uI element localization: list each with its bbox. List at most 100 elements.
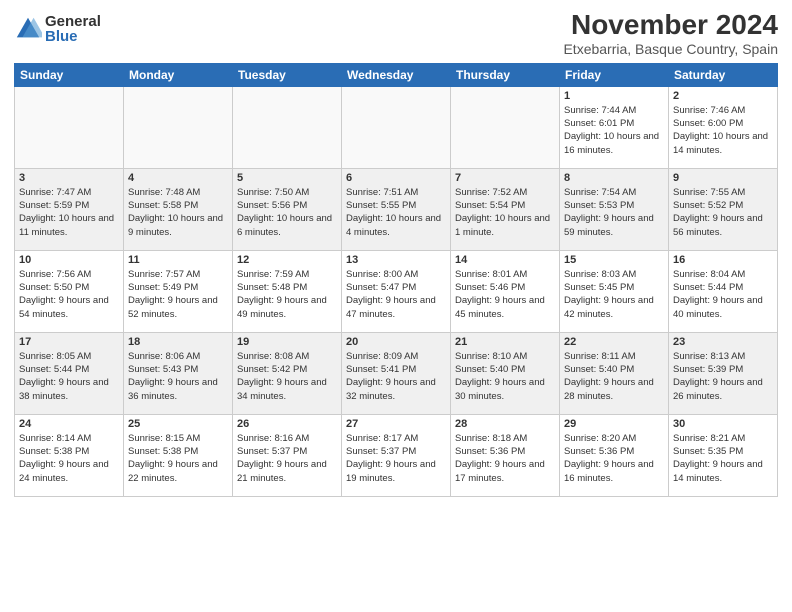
calendar-day: 8 Sunrise: 7:54 AMSunset: 5:53 PMDaylight… [560,168,669,250]
day-number: 14 [455,254,555,266]
day-info: Sunrise: 8:05 AMSunset: 5:44 PMDaylight:… [19,350,119,403]
day-number: 5 [237,172,337,184]
day-number: 9 [673,172,773,184]
day-number: 18 [128,336,228,348]
month-title: November 2024 [563,10,778,41]
calendar-day: 22 Sunrise: 8:11 AMSunset: 5:40 PMDayligh… [560,332,669,414]
day-number: 12 [237,254,337,266]
day-info: Sunrise: 7:57 AMSunset: 5:49 PMDaylight:… [128,268,228,321]
calendar-day [342,86,451,168]
day-number: 30 [673,418,773,430]
calendar-day [15,86,124,168]
day-info: Sunrise: 8:14 AMSunset: 5:38 PMDaylight:… [19,432,119,485]
calendar-day: 9 Sunrise: 7:55 AMSunset: 5:52 PMDaylight… [669,168,778,250]
calendar-day: 6Sunrise: 7:51 AMSunset: 5:55 PMDaylight… [342,168,451,250]
day-info: Sunrise: 7:51 AMSunset: 5:55 PMDaylight:… [346,186,446,239]
day-info: Sunrise: 8:20 AMSunset: 5:36 PMDaylight:… [564,432,664,485]
day-info: Sunrise: 7:44 AMSunset: 6:01 PMDaylight:… [564,104,664,157]
main-container: General Blue November 2024 Etxebarria, B… [0,0,792,612]
day-info: Sunrise: 7:59 AMSunset: 5:48 PMDaylight:… [237,268,337,321]
calendar-header-wednesday: Wednesday [342,63,451,86]
logo-icon [14,15,42,43]
calendar-day: 18 Sunrise: 8:06 AMSunset: 5:43 PMDayligh… [124,332,233,414]
day-number: 15 [564,254,664,266]
day-number: 28 [455,418,555,430]
day-info: Sunrise: 8:06 AMSunset: 5:43 PMDaylight:… [128,350,228,403]
calendar-day: 23Sunrise: 8:13 AMSunset: 5:39 PMDayligh… [669,332,778,414]
day-info: Sunrise: 8:00 AMSunset: 5:47 PMDaylight:… [346,268,446,321]
day-info: Sunrise: 8:09 AMSunset: 5:41 PMDaylight:… [346,350,446,403]
day-number: 8 [564,172,664,184]
day-number: 27 [346,418,446,430]
title-block: November 2024 Etxebarria, Basque Country… [563,10,778,57]
day-info: Sunrise: 8:03 AMSunset: 5:45 PMDaylight:… [564,268,664,321]
calendar-day: 16 Sunrise: 8:04 AMSunset: 5:44 PMDayligh… [669,250,778,332]
day-info: Sunrise: 7:52 AMSunset: 5:54 PMDaylight:… [455,186,555,239]
day-info: Sunrise: 8:18 AMSunset: 5:36 PMDaylight:… [455,432,555,485]
calendar-day: 5Sunrise: 7:50 AMSunset: 5:56 PMDaylight… [233,168,342,250]
calendar-day: 15 Sunrise: 8:03 AMSunset: 5:45 PMDayligh… [560,250,669,332]
calendar-header-monday: Monday [124,63,233,86]
calendar: SundayMondayTuesdayWednesdayThursdayFrid… [14,63,778,497]
day-number: 16 [673,254,773,266]
calendar-week-3: 10Sunrise: 7:56 AMSunset: 5:50 PMDayligh… [15,250,778,332]
day-number: 11 [128,254,228,266]
logo-blue: Blue [45,29,101,44]
day-number: 22 [564,336,664,348]
calendar-day: 11 Sunrise: 7:57 AMSunset: 5:49 PMDayligh… [124,250,233,332]
day-info: Sunrise: 7:55 AMSunset: 5:52 PMDaylight:… [673,186,773,239]
calendar-day: 20 Sunrise: 8:09 AMSunset: 5:41 PMDayligh… [342,332,451,414]
day-number: 21 [455,336,555,348]
day-info: Sunrise: 8:04 AMSunset: 5:44 PMDaylight:… [673,268,773,321]
calendar-day: 12 Sunrise: 7:59 AMSunset: 5:48 PMDayligh… [233,250,342,332]
calendar-day: 1Sunrise: 7:44 AMSunset: 6:01 PMDaylight… [560,86,669,168]
day-number: 3 [19,172,119,184]
calendar-day: 14 Sunrise: 8:01 AMSunset: 5:46 PMDayligh… [451,250,560,332]
day-number: 25 [128,418,228,430]
calendar-week-1: 1Sunrise: 7:44 AMSunset: 6:01 PMDaylight… [15,86,778,168]
calendar-header-row: SundayMondayTuesdayWednesdayThursdayFrid… [15,63,778,86]
location: Etxebarria, Basque Country, Spain [563,41,778,57]
day-number: 17 [19,336,119,348]
calendar-day: 17 Sunrise: 8:05 AMSunset: 5:44 PMDayligh… [15,332,124,414]
calendar-header-tuesday: Tuesday [233,63,342,86]
day-number: 13 [346,254,446,266]
calendar-day: 27Sunrise: 8:17 AMSunset: 5:37 PMDayligh… [342,414,451,496]
calendar-day: 21Sunrise: 8:10 AMSunset: 5:40 PMDayligh… [451,332,560,414]
day-info: Sunrise: 8:21 AMSunset: 5:35 PMDaylight:… [673,432,773,485]
day-info: Sunrise: 7:54 AMSunset: 5:53 PMDaylight:… [564,186,664,239]
header: General Blue November 2024 Etxebarria, B… [14,10,778,57]
day-info: Sunrise: 8:11 AMSunset: 5:40 PMDaylight:… [564,350,664,403]
day-number: 24 [19,418,119,430]
day-number: 10 [19,254,119,266]
logo: General Blue [14,14,101,44]
calendar-header-thursday: Thursday [451,63,560,86]
day-info: Sunrise: 8:01 AMSunset: 5:46 PMDaylight:… [455,268,555,321]
calendar-day: 7Sunrise: 7:52 AMSunset: 5:54 PMDaylight… [451,168,560,250]
day-number: 4 [128,172,228,184]
calendar-day: 25Sunrise: 8:15 AMSunset: 5:38 PMDayligh… [124,414,233,496]
day-info: Sunrise: 7:47 AMSunset: 5:59 PMDaylight:… [19,186,119,239]
calendar-header-sunday: Sunday [15,63,124,86]
calendar-day: 2Sunrise: 7:46 AMSunset: 6:00 PMDaylight… [669,86,778,168]
logo-general: General [45,14,101,29]
calendar-day [124,86,233,168]
calendar-header-friday: Friday [560,63,669,86]
day-number: 26 [237,418,337,430]
calendar-week-2: 3 Sunrise: 7:47 AMSunset: 5:59 PMDaylight… [15,168,778,250]
day-number: 29 [564,418,664,430]
calendar-header-saturday: Saturday [669,63,778,86]
day-info: Sunrise: 7:48 AMSunset: 5:58 PMDaylight:… [128,186,228,239]
calendar-day: 29 Sunrise: 8:20 AMSunset: 5:36 PMDayligh… [560,414,669,496]
calendar-week-4: 17 Sunrise: 8:05 AMSunset: 5:44 PMDayligh… [15,332,778,414]
calendar-day: 10Sunrise: 7:56 AMSunset: 5:50 PMDayligh… [15,250,124,332]
calendar-day: 26 Sunrise: 8:16 AMSunset: 5:37 PMDayligh… [233,414,342,496]
calendar-day: 19Sunrise: 8:08 AMSunset: 5:42 PMDayligh… [233,332,342,414]
calendar-day: 28 Sunrise: 8:18 AMSunset: 5:36 PMDayligh… [451,414,560,496]
calendar-day [233,86,342,168]
day-number: 20 [346,336,446,348]
calendar-day: 4 Sunrise: 7:48 AMSunset: 5:58 PMDaylight… [124,168,233,250]
calendar-day: 30 Sunrise: 8:21 AMSunset: 5:35 PMDayligh… [669,414,778,496]
day-info: Sunrise: 8:16 AMSunset: 5:37 PMDaylight:… [237,432,337,485]
day-number: 19 [237,336,337,348]
